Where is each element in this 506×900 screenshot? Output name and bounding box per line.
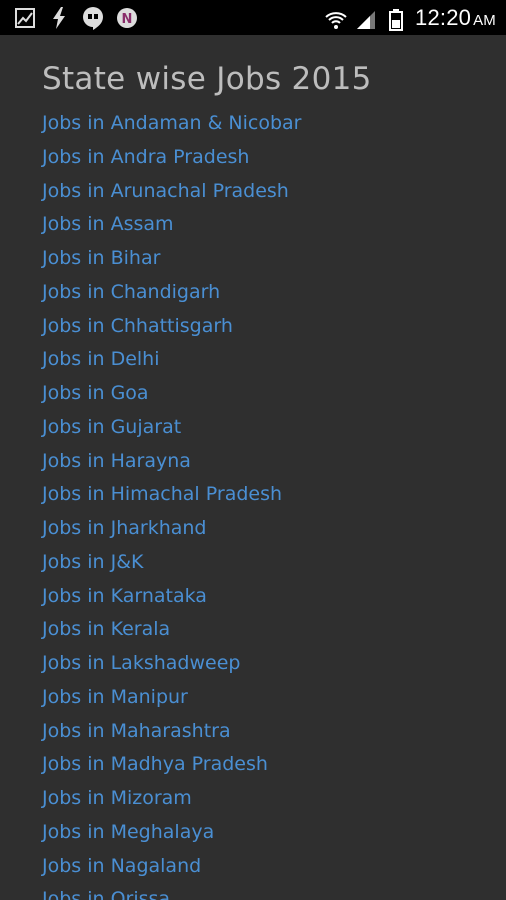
list-item[interactable]: Jobs in Madhya Pradesh — [42, 748, 302, 782]
list-item[interactable]: Jobs in Mizoram — [42, 782, 302, 816]
list-item[interactable]: Jobs in Karnataka — [42, 580, 302, 614]
list-item[interactable]: Jobs in Kerala — [42, 613, 302, 647]
list-item[interactable]: Jobs in Maharashtra — [42, 715, 302, 749]
list-item[interactable]: Jobs in Andra Pradesh — [42, 141, 302, 175]
signal-icon — [355, 9, 377, 31]
list-item[interactable]: Jobs in Lakshadweep — [42, 647, 302, 681]
list-item[interactable]: Jobs in Manipur — [42, 681, 302, 715]
list-item[interactable]: Jobs in Goa — [42, 377, 302, 411]
wifi-icon — [325, 9, 347, 31]
notification-icons: N — [14, 7, 138, 30]
flash-icon — [48, 7, 70, 29]
list-item[interactable]: Jobs in Gujarat — [42, 411, 302, 445]
list-item[interactable]: Jobs in Chandigarh — [42, 276, 302, 310]
list-item[interactable]: Jobs in J&K — [42, 546, 302, 580]
svg-text:N: N — [122, 12, 133, 27]
status-clock: 12:20 AM — [415, 5, 496, 30]
list-item[interactable]: Jobs in Assam — [42, 208, 302, 242]
page-title: State wise Jobs 2015 — [42, 61, 372, 97]
hangouts-icon — [82, 7, 104, 30]
system-icons: 12:20 AM — [325, 5, 496, 34]
battery-icon — [385, 8, 407, 31]
list-item[interactable]: Jobs in Arunachal Pradesh — [42, 175, 302, 209]
status-bar: N 12:20 AM — [0, 0, 506, 35]
list-item[interactable]: Jobs in Orissa — [42, 883, 302, 900]
list-item[interactable]: Jobs in Meghalaya — [42, 816, 302, 850]
main-content[interactable]: State wise Jobs 2015 Jobs in Andaman & N… — [0, 35, 506, 900]
list-item[interactable]: Jobs in Harayna — [42, 445, 302, 479]
list-item[interactable]: Jobs in Delhi — [42, 343, 302, 377]
list-item[interactable]: Jobs in Jharkhand — [42, 512, 302, 546]
list-item[interactable]: Jobs in Nagaland — [42, 850, 302, 884]
list-item[interactable]: Jobs in Andaman & Nicobar — [42, 107, 302, 141]
gallery-icon — [14, 7, 36, 29]
state-list: Jobs in Andaman & Nicobar Jobs in Andra P… — [42, 107, 302, 900]
list-item[interactable]: Jobs in Chhattisgarh — [42, 310, 302, 344]
list-item[interactable]: Jobs in Bihar — [42, 242, 302, 276]
list-item[interactable]: Jobs in Himachal Pradesh — [42, 478, 302, 512]
notification-n-icon: N — [116, 7, 138, 29]
